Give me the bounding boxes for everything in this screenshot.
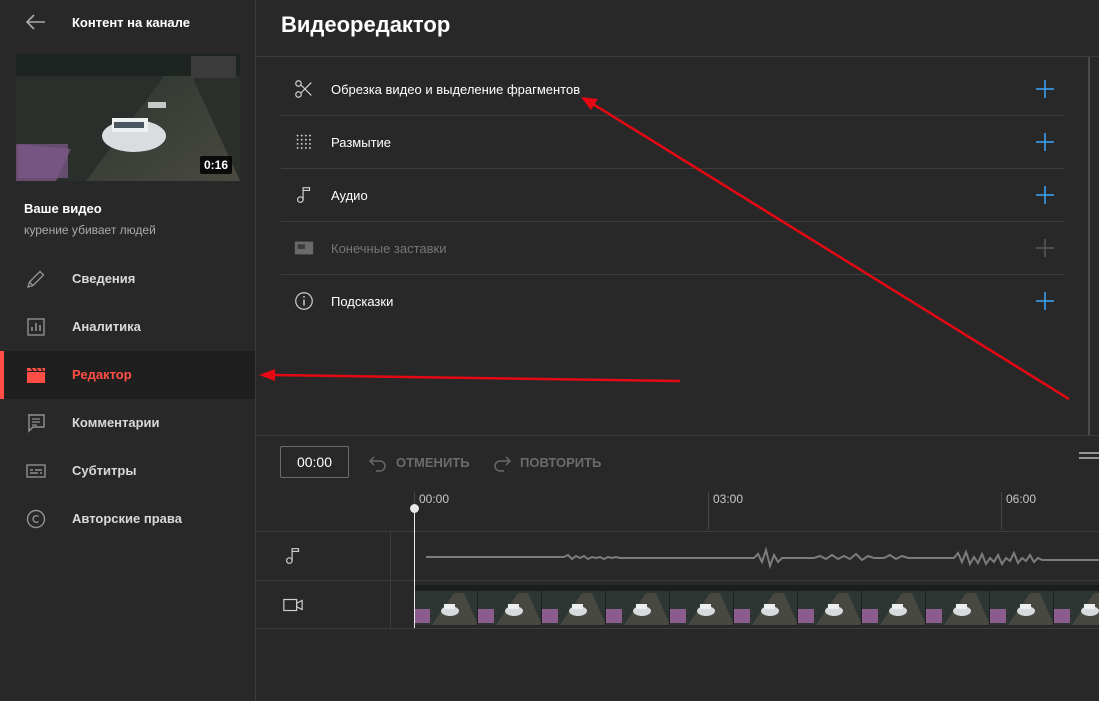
page-title: Видеоредактор [281,12,451,37]
sidebar-item-label: Редактор [72,367,132,382]
analytics-icon [27,318,45,336]
divider [390,531,391,629]
video-camera-icon [283,598,303,612]
pencil-icon [26,270,45,289]
sidebar-item-label: Субтитры [72,463,137,478]
duration-badge: 0:16 [199,156,232,174]
audio-waveform[interactable] [414,536,1099,578]
sidebar-item-label: Сведения [72,271,136,286]
tick-label: 03:00 [713,492,744,506]
tool-cards[interactable]: Подсказки [281,275,1064,327]
sidebar-item-label: Аналитика [72,319,141,334]
video-frames-strip [414,585,1099,625]
plus-icon[interactable] [1034,290,1056,312]
undo-button[interactable]: ОТМЕНИТЬ [368,452,470,472]
divider [256,531,1099,532]
info-icon [295,292,313,310]
video-title: курение убивает людей [24,223,156,237]
tool-trim[interactable]: Обрезка видео и выделение фрагментов [281,63,1064,116]
tool-blur[interactable]: Размытие [281,116,1064,169]
music-note-icon [285,548,300,564]
sidebar: Контент на канале 0:16 Ваше видео курени… [0,0,256,701]
tool-audio[interactable]: Аудио [281,169,1064,222]
end-screen-icon [294,241,314,255]
tick-line [1001,492,1002,530]
tool-label: Конечные заставки [331,241,447,256]
sidebar-item-label: Авторские права [72,511,182,526]
sidebar-item-subtitles[interactable]: Субтитры [0,447,255,495]
plus-icon [1036,239,1054,257]
video-track[interactable] [414,585,1099,625]
current-time-display[interactable]: 00:00 [280,446,349,478]
tool-label: Аудио [331,188,368,203]
tool-end-screens: Конечные заставки [281,222,1064,275]
scissors-icon [295,80,312,98]
plus-icon[interactable] [1034,78,1056,100]
annotation-arrow-editor [259,369,681,383]
redo-label: ПОВТОРИТЬ [520,454,602,470]
plus-icon[interactable] [1034,131,1056,153]
tick-label: 06:00 [1006,492,1037,506]
redo-icon [494,456,511,472]
clapperboard-icon [27,367,45,383]
undo-icon [369,456,386,472]
undo-label: ОТМЕНИТЬ [396,454,470,470]
tool-label: Размытие [331,135,392,150]
blur-icon [296,134,311,149]
divider [256,56,1099,57]
sidebar-title: Контент на канале [72,15,190,30]
divider [256,628,1099,629]
divider [256,435,1099,436]
tick-label: 00:00 [419,492,450,506]
playhead-handle[interactable] [410,504,419,513]
tool-label: Обрезка видео и выделение фрагментов [331,82,581,97]
redo-button[interactable]: ПОВТОРИТЬ [492,452,601,472]
plus-icon[interactable] [1034,184,1056,206]
sidebar-nav: Сведения Аналитика Редактор Комментарии [0,255,255,543]
your-video-label: Ваше видео [24,201,102,216]
divider [256,580,1099,581]
playhead[interactable] [414,504,415,628]
comment-icon [28,414,45,433]
scrollbar[interactable] [1088,57,1090,435]
copyright-icon [26,509,46,529]
sidebar-item-analytics[interactable]: Аналитика [0,303,255,351]
sidebar-item-copyright[interactable]: Авторские права [0,495,255,543]
sidebar-item-label: Комментарии [72,415,160,430]
tool-label: Подсказки [331,294,394,309]
sidebar-item-editor[interactable]: Редактор [0,351,255,399]
tick-line [708,492,709,530]
drag-handle-icon[interactable] [1078,450,1099,462]
arrow-left-icon[interactable] [24,10,48,34]
video-thumbnail[interactable]: 0:16 [16,54,240,181]
editor-tools-list: Обрезка видео и выделение фрагментов Раз… [281,63,1064,327]
music-note-icon [296,187,311,203]
subtitles-icon [26,464,46,478]
sidebar-item-comments[interactable]: Комментарии [0,399,255,447]
sidebar-header: Контент на канале [0,0,255,46]
sidebar-item-details[interactable]: Сведения [0,255,255,303]
